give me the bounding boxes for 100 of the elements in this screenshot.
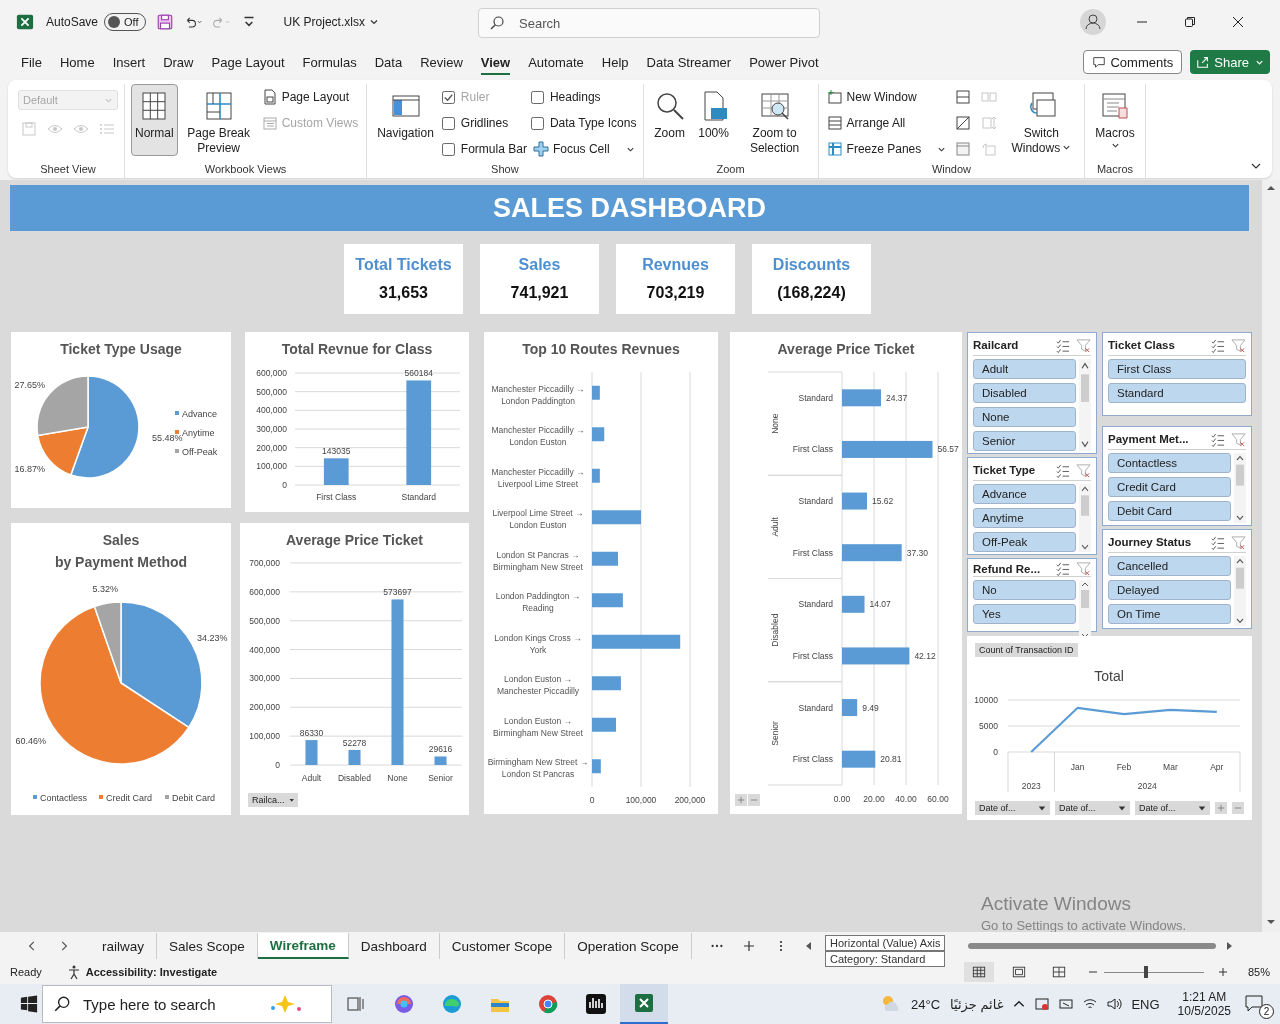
slicer-item[interactable]: Delayed (1108, 580, 1231, 600)
multi-select-icon[interactable] (1210, 534, 1225, 550)
slicer-item[interactable]: No (973, 580, 1076, 600)
scrollbar[interactable] (1234, 556, 1246, 626)
clock-time[interactable]: 1:21 AM (1182, 990, 1227, 1004)
menu-tab[interactable]: View (471, 48, 520, 76)
close-icon[interactable] (1232, 16, 1244, 28)
checkbox[interactable]: Formula Bar (441, 136, 527, 162)
windows-logo-icon[interactable] (20, 995, 38, 1013)
speaker-icon[interactable] (1106, 996, 1123, 1012)
file-name[interactable]: UK Project.xlsx (283, 15, 365, 29)
search-box[interactable]: Search (478, 8, 820, 38)
slicer-item[interactable]: Senior (973, 431, 1076, 451)
save-icon[interactable] (155, 13, 174, 31)
normal-view-button[interactable] (963, 962, 994, 982)
field-button[interactable]: Date of... (975, 801, 1050, 815)
menu-tab[interactable]: Data (365, 48, 412, 76)
sheet-tab[interactable]: Wireframe (257, 933, 349, 959)
slicer-item[interactable]: Yes (973, 604, 1076, 624)
field-button[interactable]: Date of... (1135, 801, 1210, 815)
menu-tab[interactable]: Page Layout (202, 48, 294, 76)
share-button[interactable]: Share (1190, 50, 1270, 74)
zoom-level[interactable]: 85% (1247, 966, 1270, 978)
slicer-item[interactable]: First Class (1108, 359, 1246, 379)
sheet-tab[interactable]: railway (90, 933, 157, 959)
add-sheet-icon[interactable] (741, 940, 756, 952)
tray-icon[interactable] (1058, 996, 1075, 1012)
slicer-item[interactable]: On Time (1108, 604, 1231, 624)
clear-filter-icon[interactable] (1231, 534, 1246, 550)
slicer-item[interactable]: Contactless (1108, 453, 1231, 473)
field-button[interactable]: Date of... (1055, 801, 1130, 815)
slicer-item[interactable]: None (973, 407, 1076, 427)
field-button[interactable]: Count of Transaction ID (975, 643, 1078, 657)
scrollbar[interactable] (1234, 453, 1246, 523)
ribbon-button[interactable]: Zoom (649, 84, 690, 156)
ribbon-button[interactable]: Navigation (373, 84, 438, 156)
ribbon-button[interactable]: Freeze Panes (824, 136, 949, 162)
slicer-item[interactable]: Advance (973, 484, 1076, 504)
menu-tab[interactable]: Automate (519, 48, 593, 76)
slicer-item[interactable]: Credit Card (1108, 477, 1231, 497)
sheet-tab[interactable]: Sales Scope (157, 933, 258, 959)
avatar[interactable] (1080, 9, 1106, 35)
menu-tab[interactable]: Formulas (293, 48, 366, 76)
slider-thumb[interactable] (1143, 966, 1148, 978)
multi-select-icon[interactable] (1055, 337, 1070, 353)
clear-filter-icon[interactable] (1076, 561, 1091, 576)
menu-tab[interactable]: Data Streamer (637, 48, 741, 76)
slicer-item[interactable]: Debit Card (1108, 501, 1231, 521)
menu-tab[interactable]: Review (411, 48, 472, 76)
scrollbar[interactable] (1262, 180, 1280, 932)
slicer-item[interactable]: Adult (973, 359, 1076, 379)
ribbon-button[interactable]: Normal (131, 84, 178, 156)
language-indicator[interactable]: ENG (1131, 996, 1160, 1012)
clear-filter-icon[interactable] (1231, 431, 1246, 447)
ribbon-button[interactable]: Zoom to Selection (737, 84, 812, 156)
field-button[interactable]: Railca... (248, 793, 298, 807)
caret-icon[interactable] (368, 17, 379, 27)
checkbox[interactable]: Headings (530, 84, 637, 110)
sheet-tab[interactable]: Customer Scope (439, 933, 566, 959)
sheet-tab[interactable]: Dashboard (348, 933, 440, 959)
slicer-item[interactable]: Disabled (973, 383, 1076, 403)
ribbon-button[interactable]: Page Break Preview (181, 84, 256, 156)
slicer-item[interactable]: Standard (1108, 383, 1246, 403)
ribbon-button[interactable]: 100% (693, 84, 734, 156)
multi-select-icon[interactable] (1055, 561, 1070, 576)
menu-tab[interactable]: Home (50, 48, 104, 76)
menu-tab[interactable]: Insert (103, 48, 155, 76)
comments-button[interactable]: Comments (1083, 50, 1183, 74)
checkbox[interactable]: Gridlines (441, 110, 527, 136)
zoom-in-icon[interactable] (1217, 967, 1228, 977)
slicer-item[interactable]: Cancelled (1108, 556, 1231, 576)
search-field[interactable]: Search (517, 14, 801, 32)
sheet-tab[interactable]: Operation Scope (565, 933, 692, 959)
scrollbar[interactable] (1079, 359, 1091, 451)
accessibility-button[interactable]: Accessibility: Investigate (65, 964, 218, 980)
menu-tab[interactable]: File (12, 48, 51, 76)
ribbon-button[interactable]: Focus Cell (530, 136, 637, 162)
taskbar-search-box[interactable]: Type here to search (42, 985, 332, 1023)
taskbar-search-field[interactable]: Type here to search (81, 994, 255, 1014)
ribbon-button[interactable]: Arrange All (824, 110, 949, 136)
multi-select-icon[interactable] (1210, 431, 1225, 447)
multi-select-icon[interactable] (1210, 337, 1225, 353)
clear-filter-icon[interactable] (1076, 337, 1091, 353)
menu-tab[interactable]: Help (592, 48, 638, 76)
restore-icon[interactable] (1184, 16, 1196, 28)
tray-icon[interactable] (1034, 996, 1051, 1012)
ribbon-button[interactable]: Macros (1091, 84, 1139, 156)
ribbon-button[interactable]: Page Layout (259, 84, 361, 110)
menu-tab[interactable]: Draw (154, 48, 203, 76)
slicer-item[interactable]: Off-Peak (973, 532, 1076, 552)
clear-filter-icon[interactable] (1076, 462, 1091, 478)
menu-tab[interactable]: Power Pivot (740, 48, 828, 76)
ribbon-button[interactable]: Switch Windows (1004, 84, 1079, 156)
clock-date[interactable]: 10/5/2025 (1177, 1004, 1231, 1018)
slicer-item[interactable]: Anytime (973, 508, 1076, 528)
multi-select-icon[interactable] (1055, 462, 1070, 478)
checkbox[interactable]: Data Type Icons (530, 110, 637, 136)
clear-filter-icon[interactable] (1231, 337, 1246, 353)
ribbon-button[interactable]: New Window (824, 84, 949, 110)
scrollbar[interactable] (1079, 484, 1091, 552)
